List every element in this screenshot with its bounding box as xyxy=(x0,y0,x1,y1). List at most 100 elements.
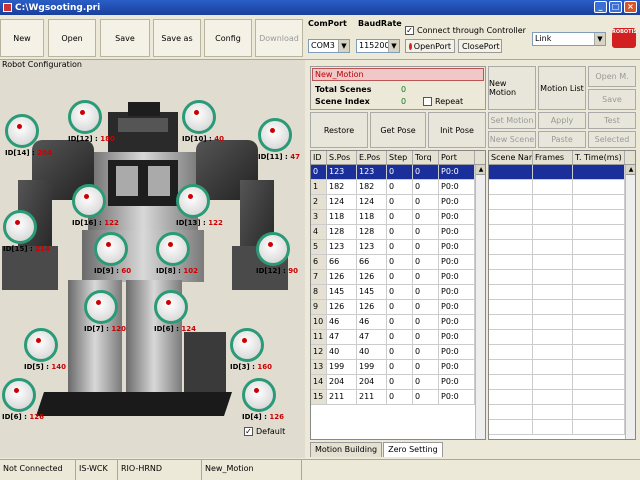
table-cell[interactable]: P0:0 xyxy=(439,345,475,359)
table-cell[interactable] xyxy=(489,315,533,329)
scene-row[interactable] xyxy=(489,360,635,375)
column-header[interactable]: S.Pos xyxy=(327,151,357,164)
table-cell[interactable] xyxy=(573,360,625,374)
scene-grid[interactable]: Scene Name Frames T. Time(ms) ▲ xyxy=(488,150,636,440)
scene-row[interactable] xyxy=(489,225,635,240)
connect-through-checkbox[interactable]: ✓ xyxy=(405,26,414,35)
column-header[interactable]: Port xyxy=(439,151,475,164)
table-cell[interactable]: 0 xyxy=(387,345,413,359)
table-row[interactable]: 5 123 123 0 0 P0:0 xyxy=(311,240,485,255)
scene-row[interactable] xyxy=(489,315,635,330)
table-cell[interactable] xyxy=(573,300,625,314)
table-cell[interactable]: P0:0 xyxy=(439,240,475,254)
scene-row[interactable] xyxy=(489,285,635,300)
table-cell[interactable] xyxy=(489,255,533,269)
table-cell[interactable] xyxy=(533,405,573,419)
scene-row[interactable] xyxy=(489,330,635,345)
table-cell[interactable]: 0 xyxy=(387,390,413,404)
table-cell[interactable]: P0:0 xyxy=(439,390,475,404)
table-cell[interactable] xyxy=(573,405,625,419)
table-cell[interactable]: 123 xyxy=(357,240,387,254)
table-row[interactable]: 1 182 182 0 0 P0:0 xyxy=(311,180,485,195)
table-cell[interactable] xyxy=(533,360,573,374)
table-cell[interactable] xyxy=(573,210,625,224)
table-row[interactable]: 0 123 123 0 0 P0:0 xyxy=(311,165,485,180)
table-cell[interactable]: 0 xyxy=(387,180,413,194)
table-row[interactable]: 2 124 124 0 0 P0:0 xyxy=(311,195,485,210)
paste-button[interactable]: Paste xyxy=(538,131,586,148)
init-pose-button[interactable]: Init Pose xyxy=(428,112,486,148)
table-cell[interactable] xyxy=(573,420,625,434)
table-cell[interactable]: 0 xyxy=(413,330,439,344)
table-cell[interactable]: 0 xyxy=(413,345,439,359)
table-cell[interactable]: P0:0 xyxy=(439,375,475,389)
table-cell[interactable] xyxy=(489,195,533,209)
column-header[interactable]: Step xyxy=(387,151,413,164)
table-cell[interactable] xyxy=(489,360,533,374)
scene-row[interactable] xyxy=(489,300,635,315)
table-cell[interactable]: 46 xyxy=(357,315,387,329)
motor-dial-11[interactable]: ID[11] : 47 xyxy=(258,118,300,161)
scene-row[interactable] xyxy=(489,375,635,390)
table-cell[interactable]: P0:0 xyxy=(439,255,475,269)
table-cell[interactable]: 0 xyxy=(387,270,413,284)
table-cell[interactable]: 0 xyxy=(387,255,413,269)
table-cell[interactable]: 0 xyxy=(311,165,327,179)
open-motion-button[interactable]: Open M. xyxy=(588,66,636,87)
default-checkbox[interactable]: ✓ Default xyxy=(244,427,285,436)
table-cell[interactable]: 118 xyxy=(357,210,387,224)
table-cell[interactable]: 124 xyxy=(327,195,357,209)
link-select[interactable]: Link ▼ xyxy=(532,32,606,46)
table-cell[interactable]: 66 xyxy=(327,255,357,269)
table-cell[interactable] xyxy=(573,165,625,179)
table-cell[interactable] xyxy=(573,270,625,284)
table-cell[interactable] xyxy=(573,315,625,329)
table-cell[interactable]: 0 xyxy=(413,195,439,209)
table-cell[interactable]: 0 xyxy=(413,390,439,404)
save-as-button[interactable]: Save as xyxy=(153,19,201,57)
table-cell[interactable] xyxy=(533,285,573,299)
table-cell[interactable]: 0 xyxy=(413,180,439,194)
table-cell[interactable] xyxy=(533,270,573,284)
table-cell[interactable]: 10 xyxy=(311,315,327,329)
column-header[interactable]: T. Time(ms) xyxy=(573,151,625,164)
servo-grid[interactable]: ID S.Pos E.Pos Step Torq Port 0 123 123 0 0 P… xyxy=(310,150,486,440)
scene-row[interactable] xyxy=(489,240,635,255)
table-cell[interactable] xyxy=(533,330,573,344)
table-cell[interactable]: 145 xyxy=(327,285,357,299)
table-cell[interactable]: 66 xyxy=(357,255,387,269)
table-cell[interactable]: 0 xyxy=(413,360,439,374)
close-icon[interactable]: × xyxy=(624,1,637,13)
table-cell[interactable] xyxy=(489,165,533,179)
table-cell[interactable]: 6 xyxy=(311,255,327,269)
table-cell[interactable] xyxy=(489,390,533,404)
set-motion-button[interactable]: Set Motion xyxy=(488,112,536,129)
table-cell[interactable]: 13 xyxy=(311,360,327,374)
motor-dial-14[interactable]: ID[14] : 204 xyxy=(5,114,52,157)
table-cell[interactable] xyxy=(489,330,533,344)
baudrate-select[interactable]: 115200 ▼ xyxy=(356,39,400,53)
table-row[interactable]: 6 66 66 0 0 P0:0 xyxy=(311,255,485,270)
table-cell[interactable] xyxy=(533,300,573,314)
motion-name-field[interactable]: New_Motion xyxy=(312,68,484,81)
table-cell[interactable]: 9 xyxy=(311,300,327,314)
table-cell[interactable]: 0 xyxy=(387,285,413,299)
table-cell[interactable]: 47 xyxy=(327,330,357,344)
table-row[interactable]: 12 40 40 0 0 P0:0 xyxy=(311,345,485,360)
table-row[interactable]: 11 47 47 0 0 P0:0 xyxy=(311,330,485,345)
table-cell[interactable]: 126 xyxy=(357,270,387,284)
table-cell[interactable]: 211 xyxy=(357,390,387,404)
repeat-checkbox[interactable] xyxy=(423,97,432,106)
table-cell[interactable]: 0 xyxy=(387,210,413,224)
column-header[interactable]: ID xyxy=(311,151,327,164)
table-cell[interactable] xyxy=(573,195,625,209)
table-cell[interactable] xyxy=(573,285,625,299)
table-cell[interactable] xyxy=(533,210,573,224)
table-cell[interactable]: 126 xyxy=(327,300,357,314)
minimize-icon[interactable]: _ xyxy=(594,1,607,13)
motor-dial-6[interactable]: ID[6] : 124 xyxy=(154,290,196,333)
table-cell[interactable] xyxy=(573,255,625,269)
table-cell[interactable]: 47 xyxy=(357,330,387,344)
scene-row[interactable] xyxy=(489,420,635,435)
table-cell[interactable] xyxy=(489,300,533,314)
